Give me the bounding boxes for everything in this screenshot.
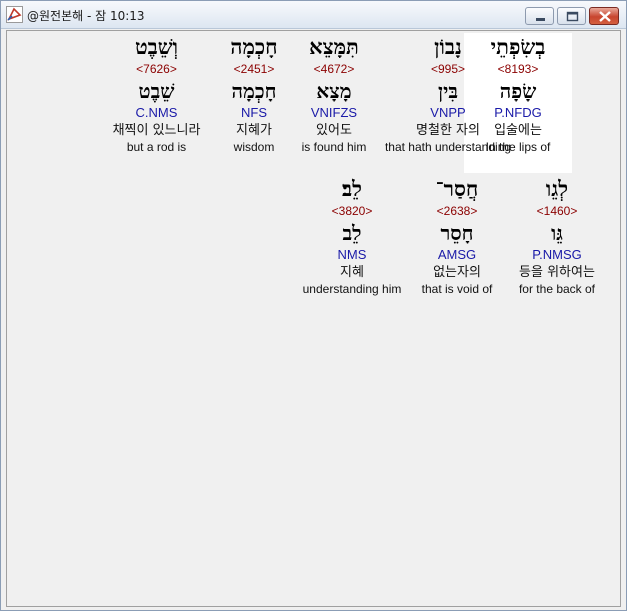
morph-code: AMSG bbox=[437, 247, 477, 262]
english-gloss: but a rod is bbox=[126, 140, 187, 154]
hebrew-word: וְשֵׁבֶט bbox=[134, 34, 179, 59]
window-title: @원전본해 - 잠 10:13 bbox=[27, 9, 145, 23]
hebrew-word: לְגֵו bbox=[545, 176, 569, 201]
english-gloss: wisdom bbox=[233, 140, 275, 154]
english-gloss: that is void of bbox=[421, 282, 493, 296]
word-column[interactable]: תִּמָּצֵא <4672> מָצָא VNIFZS 있어도 is fou… bbox=[294, 33, 374, 155]
strong-number[interactable]: <7626> bbox=[99, 61, 214, 77]
close-button[interactable] bbox=[589, 7, 619, 25]
hebrew-root: מָצָא bbox=[316, 79, 352, 103]
hebrew-root: חָסֵר bbox=[440, 221, 474, 245]
strong-number[interactable]: <2638> bbox=[413, 203, 501, 219]
maximize-icon bbox=[566, 11, 579, 22]
minimize-button[interactable] bbox=[525, 7, 554, 25]
title-bar[interactable]: @원전본해 - 잠 10:13 bbox=[1, 1, 626, 29]
morph-code: NFS bbox=[241, 105, 267, 120]
strong-number[interactable]: <1460> bbox=[507, 203, 607, 219]
korean-gloss: 지혜가 bbox=[236, 123, 272, 138]
verse-interlinear-panel: בְשִׂפְתֵי <8193> שָׂפָה P.NFDG 입술에는 In … bbox=[6, 30, 621, 607]
word-column[interactable]: לְגֵו <1460> גֵּו P.NMSG 등을 위하여는 for the… bbox=[507, 175, 607, 297]
maximize-button[interactable] bbox=[557, 7, 586, 25]
morph-code: P.NMSG bbox=[532, 247, 582, 262]
hebrew-word: חָכְמָה bbox=[230, 34, 278, 59]
morph-code: C.NMS bbox=[135, 105, 178, 120]
hebrew-root: בִּין bbox=[438, 79, 458, 103]
word-column[interactable]: חָכְמָה <2451> חָכְמָה NFS 지혜가 wisdom bbox=[215, 33, 293, 155]
hebrew-word: נָבוֹן bbox=[434, 34, 462, 59]
strong-number[interactable]: <4672> bbox=[294, 61, 374, 77]
hebrew-root: לֵב bbox=[342, 221, 362, 245]
morph-code: VNPP bbox=[430, 105, 466, 120]
hebrew-root: חָכְמָה bbox=[231, 79, 277, 103]
close-icon bbox=[599, 11, 611, 22]
english-gloss: that hath understanding bbox=[384, 140, 512, 154]
word-column[interactable]: נָבוֹן <995> בִּין VNPP 명철한 자의 that hath… bbox=[378, 33, 518, 155]
korean-gloss: 채찍이 있느니라 bbox=[112, 123, 201, 138]
strong-number[interactable]: <3820> bbox=[295, 203, 409, 219]
hebrew-word: חֲסַר־ bbox=[435, 176, 479, 201]
korean-gloss: 등을 위하여는 bbox=[519, 265, 595, 280]
english-gloss: is found him bbox=[301, 140, 367, 154]
bible-app-icon[interactable] bbox=[6, 6, 23, 23]
korean-gloss: 명철한 자의 bbox=[416, 123, 480, 138]
minimize-icon bbox=[536, 18, 545, 21]
korean-gloss: 있어도 bbox=[316, 123, 352, 138]
hebrew-word: תִּמָּצֵא bbox=[309, 34, 359, 59]
korean-gloss: 지혜 bbox=[340, 265, 364, 280]
word-column[interactable]: וְשֵׁבֶט <7626> שֵׁבֶט C.NMS 채찍이 있느니라 bu… bbox=[99, 33, 214, 155]
english-gloss: understanding him bbox=[302, 282, 402, 296]
hebrew-root: גֵּו bbox=[551, 221, 563, 245]
english-gloss: for the back of bbox=[518, 282, 596, 296]
app-window: @원전본해 - 잠 10:13 בְשִׂפְתֵי <8193> שָׂפָה… bbox=[0, 0, 627, 611]
hebrew-word: לֵב׃ bbox=[342, 176, 362, 201]
word-column[interactable]: חֲסַר־ <2638> חָסֵר AMSG 없는자의 that is vo… bbox=[413, 175, 501, 297]
morph-code: NMS bbox=[337, 247, 367, 262]
strong-number[interactable]: <995> bbox=[378, 61, 518, 77]
hebrew-root: שֵׁבֶט bbox=[138, 79, 175, 103]
strong-number[interactable]: <2451> bbox=[215, 61, 293, 77]
morph-code: VNIFZS bbox=[310, 105, 358, 120]
korean-gloss: 없는자의 bbox=[433, 265, 481, 280]
word-column[interactable]: לֵב׃ <3820> לֵב NMS 지혜 understanding him bbox=[295, 175, 409, 297]
